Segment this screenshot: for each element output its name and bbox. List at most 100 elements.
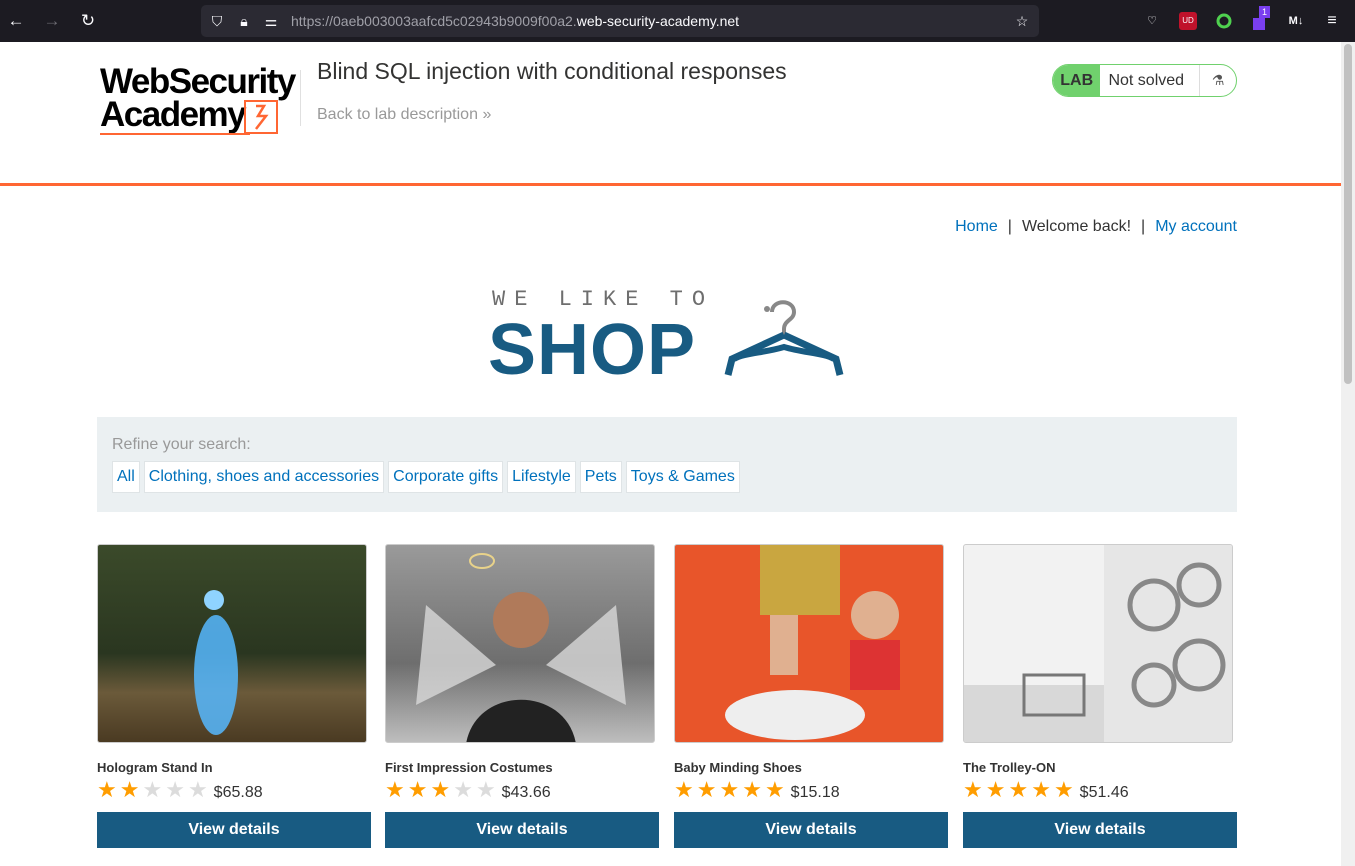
product-meta: ★ ★ ★ ★ ★ $43.66 [385,779,659,802]
menu-icon[interactable]: ≡ [1323,12,1341,30]
double-chevron-icon: » [482,106,492,123]
star-icon: ★ [119,777,140,802]
product-card: Baby Minding Shoes ★ ★ ★ ★ ★ $15.18 View det… [674,544,948,848]
filter-item[interactable]: Lifestyle [507,461,576,493]
url-bar[interactable]: ⛉ 🔒︎ ⚌ https://0aeb003003aafcd5c02943b90… [201,5,1039,37]
page-scrollbar[interactable] [1341,42,1355,866]
rating: ★ ★ ★ ★ ★ [97,779,208,801]
product-card: The Trolley-ON ★ ★ ★ ★ ★ $51.46 View details [963,544,1237,848]
back-to-lab-link[interactable]: Back to lab description » [317,106,491,124]
star-icon: ★ [165,777,185,802]
star-icon: ★ [385,777,405,802]
lab-status: Not solved [1108,72,1185,89]
rating: ★ ★ ★ ★ ★ [385,779,496,801]
home-link[interactable]: Home [955,218,998,235]
product-image [385,544,655,743]
rating: ★ ★ ★ ★ ★ [674,779,785,801]
star-icon: ★ [430,777,451,802]
product-image [963,544,1233,743]
filter-list: All Clothing, shoes and accessories Corp… [112,461,740,493]
bookmark-star-icon[interactable]: ☆ [1013,12,1031,30]
star-icon: ★ [764,777,785,802]
lab-tag: LAB [1053,65,1101,96]
star-icon: ★ [453,777,473,802]
product-image [674,544,944,743]
product-name: The Trolley-ON [963,760,1056,775]
rating: ★ ★ ★ ★ ★ [963,779,1074,801]
url-prefix: https://0aeb003003aafcd5c02943b9009f00a2… [291,13,577,29]
nav-separator: | [1141,218,1146,235]
lock-icon[interactable]: 🔒︎ [235,12,253,30]
back-arrow-icon[interactable]: ← [6,11,26,31]
filter-label: Refine your search: [112,436,251,453]
nav-separator: | [1007,218,1012,235]
welcome-text: Welcome back! [1021,218,1132,235]
lab-status-widget: LAB Not solved ⚗ [1052,64,1237,97]
flask-icon: ⚗ [1199,65,1236,96]
extension-circle-icon[interactable] [1215,12,1233,30]
extension-badge-count: 1 [1259,6,1271,18]
logo-mark-icon [244,100,278,134]
extension-badge-icon[interactable]: 1 [1251,6,1271,30]
hanger-icon [724,300,844,376]
lab-title: Blind SQL injection with conditional res… [317,58,787,84]
star-icon: ★ [719,777,740,802]
my-account-link[interactable]: My account [1155,218,1237,235]
star-icon: ★ [963,777,983,802]
product-name: Hologram Stand In [97,760,213,775]
top-nav: Home | Welcome back! | My account [955,218,1237,236]
academy-logo[interactable]: WebSecurity Academy [100,64,300,136]
browser-toolbar: ← → ↻ ⛉ 🔒︎ ⚌ https://0aeb003003aafcd5c02… [0,0,1355,42]
lab-header: WebSecurity Academy Blind SQL injection … [0,42,1341,186]
product-name: Baby Minding Shoes [674,760,802,775]
star-icon: ★ [1053,777,1074,802]
view-details-button[interactable]: View details [385,812,659,848]
header-divider [300,70,301,126]
product-name: First Impression Costumes [385,760,553,775]
star-icon: ★ [696,777,717,802]
filter-item[interactable]: All [112,461,140,493]
view-details-button[interactable]: View details [963,812,1237,848]
logo-underline [100,133,250,135]
url-text[interactable]: https://0aeb003003aafcd5c02943b9009f00a2… [291,13,739,29]
shop-title: SHOP [488,310,697,390]
markdown-label: M↓ [1288,15,1304,27]
filter-item[interactable]: Pets [579,461,622,493]
product-meta: ★ ★ ★ ★ ★ $15.18 [674,779,948,802]
reload-icon[interactable]: ↻ [78,11,98,31]
permissions-icon[interactable]: ⚌ [262,12,280,30]
star-icon: ★ [742,777,762,802]
star-icon: ★ [97,777,117,802]
forward-arrow-icon[interactable]: → [42,11,62,31]
filter-item[interactable]: Corporate gifts [388,461,504,493]
product-meta: ★ ★ ★ ★ ★ $65.88 [97,779,371,802]
star-icon: ★ [142,777,163,802]
star-icon: ★ [187,777,208,802]
ublock-icon[interactable]: UD [1179,12,1197,30]
star-icon: ★ [1031,777,1051,802]
logo-line2: Academy [100,95,247,134]
url-domain: web-security-academy.net [576,13,740,29]
product-card: First Impression Costumes ★ ★ ★ ★ ★ $43.66 V… [385,544,659,848]
product-meta: ★ ★ ★ ★ ★ $51.46 [963,779,1237,802]
product-card: Hologram Stand In ★ ★ ★ ★ ★ $65.88 View deta… [97,544,371,848]
product-image [97,544,367,743]
search-filter: Refine your search: All Clothing, shoes … [97,417,1237,512]
back-link-label: Back to lab description [317,106,478,123]
product-price: $51.46 [1079,784,1129,801]
view-details-button[interactable]: View details [97,812,371,848]
pocket-icon[interactable]: ♡ [1143,12,1161,30]
view-details-button[interactable]: View details [674,812,948,848]
star-icon: ★ [475,777,496,802]
star-icon: ★ [1008,777,1029,802]
star-icon: ★ [674,777,694,802]
filter-item[interactable]: Clothing, shoes and accessories [143,461,385,493]
shield-icon[interactable]: ⛉ [208,12,226,30]
ublock-label: UD [1182,16,1194,25]
product-price: $65.88 [213,784,263,801]
star-icon: ★ [985,777,1006,802]
markdown-icon[interactable]: M↓ [1287,12,1305,30]
star-icon: ★ [407,777,428,802]
filter-item[interactable]: Toys & Games [625,461,740,493]
scrollbar-thumb[interactable] [1344,44,1352,384]
